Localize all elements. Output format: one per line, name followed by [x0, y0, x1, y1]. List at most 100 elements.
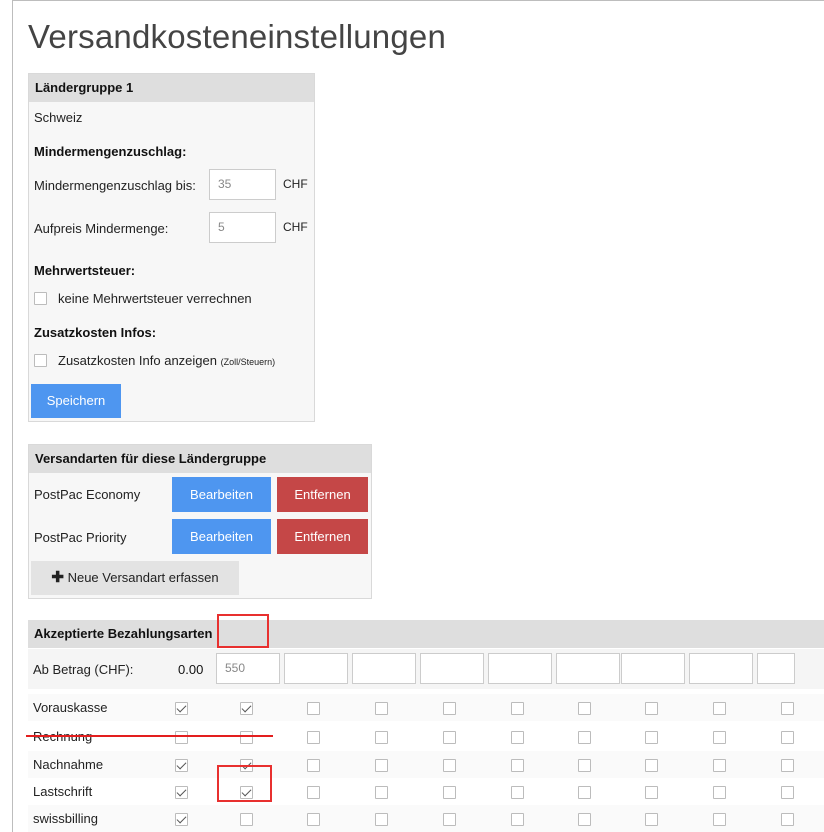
payment-checkbox[interactable] — [645, 702, 658, 715]
payment-checkbox[interactable] — [781, 759, 794, 772]
amount-input[interactable] — [352, 653, 416, 684]
vat-heading: Mehrwertsteuer: — [34, 263, 136, 278]
amount-value: 0.00 — [178, 662, 204, 677]
save-button[interactable]: Speichern — [31, 384, 121, 418]
payment-method-name: swissbilling — [33, 811, 99, 826]
edit-button[interactable]: Bearbeiten — [172, 519, 271, 554]
payment-checkbox[interactable] — [511, 813, 524, 826]
payment-method-name: Vorauskasse — [33, 700, 108, 715]
payment-checkbox[interactable] — [307, 731, 320, 744]
extra-costs-note: (Zoll/Steuern) — [220, 357, 276, 367]
edit-button[interactable]: Bearbeiten — [172, 477, 271, 512]
content-frame-left — [12, 0, 13, 832]
payment-checkbox[interactable] — [175, 702, 188, 715]
annotation-box-checkbox — [217, 765, 272, 802]
payment-checkbox[interactable] — [175, 786, 188, 799]
payment-checkbox[interactable] — [511, 702, 524, 715]
vat-checkbox-label: keine Mehrwertsteuer verrechnen — [58, 291, 252, 306]
payment-checkbox[interactable] — [713, 813, 726, 826]
annotation-box-header — [217, 614, 269, 648]
payment-checkbox[interactable] — [375, 702, 388, 715]
payment-checkbox[interactable] — [375, 731, 388, 744]
payment-checkbox[interactable] — [307, 759, 320, 772]
payment-checkbox[interactable] — [781, 786, 794, 799]
shipping-method-name: PostPac Economy — [34, 487, 141, 502]
vat-checkbox[interactable] — [34, 292, 47, 305]
add-shipping-method-label: Neue Versandart erfassen — [67, 570, 219, 585]
payment-methods-section: Akzeptierte Bezahlungsarten Ab Betrag (C… — [28, 620, 824, 832]
payment-checkbox[interactable] — [713, 759, 726, 772]
payment-checkbox[interactable] — [578, 731, 591, 744]
table-row-band — [28, 805, 824, 832]
remove-button[interactable]: Entfernen — [277, 519, 368, 554]
amount-input[interactable] — [488, 653, 552, 684]
country-group-panel: Ländergruppe 1 Schweiz Mindermengenzusch… — [28, 73, 315, 422]
threshold-currency: CHF — [283, 177, 308, 191]
payment-checkbox[interactable] — [578, 813, 591, 826]
payment-checkbox[interactable] — [443, 759, 456, 772]
remove-button[interactable]: Entfernen — [277, 477, 368, 512]
extra-costs-checkbox[interactable] — [34, 354, 47, 367]
add-shipping-method-button[interactable]: ✚ Neue Versandart erfassen — [31, 561, 239, 595]
shipping-methods-heading: Versandarten für diese Ländergruppe — [29, 445, 371, 473]
amount-input[interactable] — [556, 653, 620, 684]
amount-input[interactable] — [420, 653, 484, 684]
payment-checkbox[interactable] — [781, 702, 794, 715]
payment-checkbox[interactable] — [578, 702, 591, 715]
payment-checkbox[interactable] — [443, 786, 456, 799]
payment-checkbox[interactable] — [511, 731, 524, 744]
payment-checkbox[interactable] — [175, 731, 188, 744]
payment-checkbox[interactable] — [240, 813, 253, 826]
surcharge-currency: CHF — [283, 220, 308, 234]
payment-checkbox[interactable] — [240, 731, 253, 744]
payment-checkbox[interactable] — [645, 759, 658, 772]
amount-input[interactable] — [689, 653, 753, 684]
payment-checkbox[interactable] — [375, 759, 388, 772]
payment-checkbox[interactable] — [781, 731, 794, 744]
payment-checkbox[interactable] — [781, 813, 794, 826]
extra-costs-checkbox-label: Zusatzkosten Info anzeigen (Zoll/Steuern… — [58, 353, 275, 368]
amount-input[interactable] — [284, 653, 348, 684]
content-frame-top — [12, 0, 824, 1]
payment-checkbox[interactable] — [175, 759, 188, 772]
payment-checkbox[interactable] — [175, 813, 188, 826]
extra-costs-heading: Zusatzkosten Infos: — [34, 325, 157, 340]
payment-checkbox[interactable] — [578, 786, 591, 799]
payment-checkbox[interactable] — [375, 786, 388, 799]
payment-checkbox[interactable] — [443, 731, 456, 744]
extra-costs-label-text: Zusatzkosten Info anzeigen — [58, 353, 217, 368]
payment-checkbox[interactable] — [307, 786, 320, 799]
payment-checkbox[interactable] — [645, 813, 658, 826]
payment-checkbox[interactable] — [713, 731, 726, 744]
amount-input[interactable]: 550 — [216, 653, 280, 684]
payment-checkbox[interactable] — [645, 786, 658, 799]
payment-method-name: Lastschrift — [33, 784, 93, 799]
amount-input[interactable] — [757, 653, 795, 684]
payment-checkbox[interactable] — [713, 702, 726, 715]
plus-icon: ✚ — [51, 569, 64, 586]
payment-methods-heading: Akzeptierte Bezahlungsarten — [28, 620, 824, 648]
table-row-band — [28, 751, 824, 778]
payment-method-name: Nachnahme — [33, 757, 104, 772]
payment-checkbox[interactable] — [443, 702, 456, 715]
payment-checkbox[interactable] — [307, 813, 320, 826]
shipping-method-name: PostPac Priority — [34, 530, 127, 545]
payment-checkbox[interactable] — [375, 813, 388, 826]
payment-checkbox[interactable] — [511, 759, 524, 772]
payment-checkbox[interactable] — [443, 813, 456, 826]
amount-input[interactable] — [621, 653, 685, 684]
country-name: Schweiz — [34, 110, 83, 125]
surcharge-input[interactable]: 5 — [209, 212, 276, 243]
surcharge-heading: Mindermengenzuschlag: — [34, 144, 187, 159]
payment-checkbox[interactable] — [240, 702, 253, 715]
page-title: Versandkosteneinstellungen — [28, 18, 447, 55]
payment-checkbox[interactable] — [578, 759, 591, 772]
payment-checkbox[interactable] — [307, 702, 320, 715]
payment-checkbox[interactable] — [645, 731, 658, 744]
threshold-input[interactable]: 35 — [209, 169, 276, 200]
payment-checkbox[interactable] — [713, 786, 726, 799]
table-row-band — [28, 694, 824, 721]
payment-checkbox[interactable] — [511, 786, 524, 799]
shipping-methods-panel: Versandarten für diese Ländergruppe Post… — [28, 444, 372, 599]
annotation-strikethrough — [26, 735, 273, 737]
